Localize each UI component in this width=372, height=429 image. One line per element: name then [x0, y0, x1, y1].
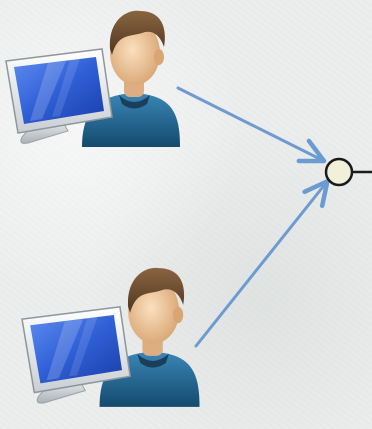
- connection-arrow: [194, 178, 330, 348]
- user-workstation-icon: [21, 267, 201, 408]
- connection-arrow: [176, 86, 327, 164]
- connection-node-icon: [324, 157, 372, 187]
- network-diagram: [5, 10, 372, 408]
- user-workstation-icon: [5, 10, 181, 148]
- diagram-canvas: [0, 0, 372, 429]
